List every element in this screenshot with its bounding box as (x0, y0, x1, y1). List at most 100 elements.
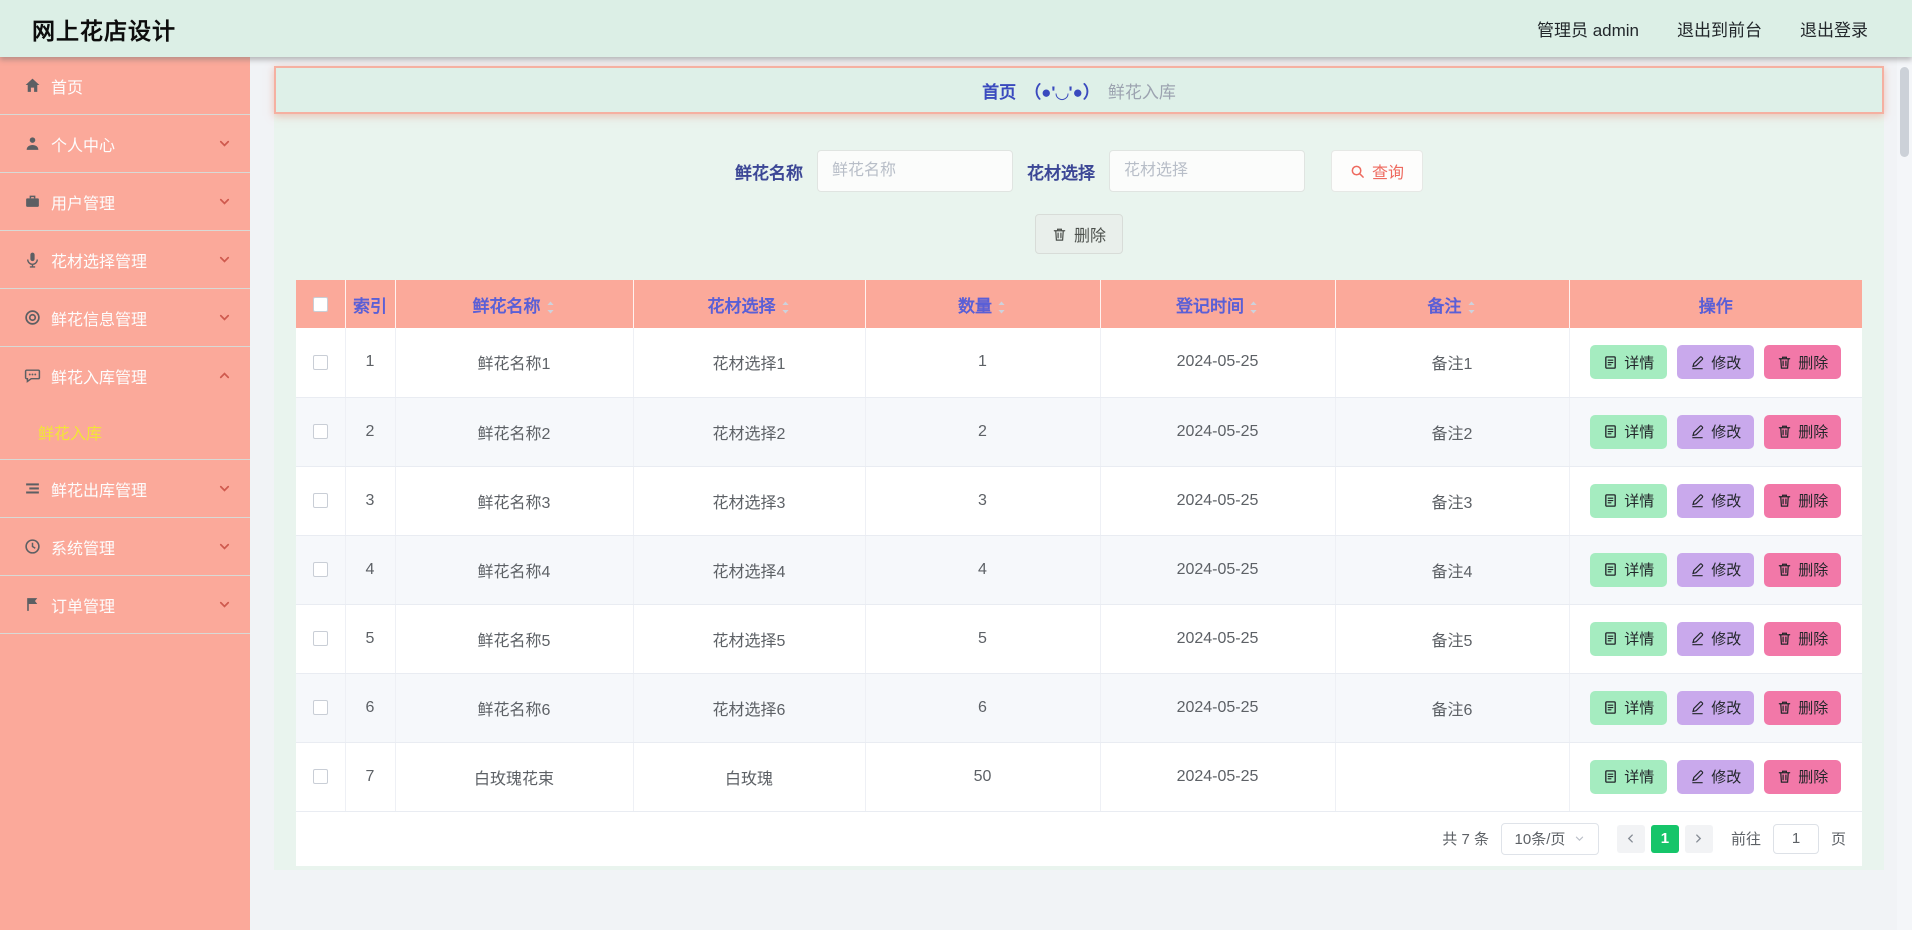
trash-icon (1778, 356, 1791, 369)
pen-icon (1692, 770, 1704, 784)
goto-label: 前往 (1730, 831, 1761, 848)
row-checkbox[interactable] (312, 630, 328, 646)
sidebar-item-label: 首页 (51, 79, 84, 97)
table-row: 6 鲜花名称6 花材选择6 6 2024-05-25 备注6 详情 修改 删除 (296, 673, 1862, 743)
cell-qty: 3 (865, 466, 1101, 536)
column-header-material[interactable]: 花材选择 (633, 280, 866, 328)
trash-icon (1778, 770, 1791, 783)
cell-index: 2 (345, 397, 396, 467)
goto-page-input[interactable] (1772, 823, 1819, 854)
app-title: 网上花店设计 (32, 17, 176, 44)
detail-button[interactable]: 详情 (1590, 552, 1668, 587)
breadcrumb-home-link[interactable]: 首页 (982, 78, 1016, 103)
delete-button[interactable]: 删除 (1764, 621, 1842, 656)
chevron-down-icon (219, 601, 230, 608)
page-size-select[interactable]: 10条/页 (1500, 822, 1599, 855)
column-header-qty[interactable]: 数量 (865, 280, 1101, 328)
delete-button[interactable]: 删除 (1764, 552, 1842, 587)
cell-index: 6 (345, 673, 396, 743)
cell-material: 花材选择2 (633, 397, 866, 467)
cell-date: 2024-05-25 (1100, 466, 1336, 536)
column-header-name[interactable]: 鲜花名称 (395, 280, 634, 328)
edit-button[interactable]: 修改 (1677, 345, 1755, 380)
cell-index: 1 (345, 328, 396, 398)
flower-name-input[interactable] (816, 150, 1013, 192)
flag-icon (27, 598, 38, 611)
detail-button[interactable]: 详情 (1590, 483, 1668, 518)
pager: 1 (1616, 824, 1713, 853)
delete-button[interactable]: 删除 (1764, 690, 1842, 725)
sidebar-subitem[interactable]: 鲜花入库 (0, 404, 250, 459)
edit-button[interactable]: 修改 (1677, 414, 1755, 449)
detail-button[interactable]: 详情 (1590, 414, 1668, 449)
row-checkbox[interactable] (312, 492, 328, 508)
scrollbar-thumb[interactable] (1900, 67, 1909, 157)
cell-date: 2024-05-25 (1100, 397, 1336, 467)
delete-button[interactable]: 删除 (1764, 483, 1842, 518)
breadcrumb: 首页 （●'◡'●） 鲜花入库 (274, 66, 1884, 114)
column-header-note[interactable]: 备注 (1335, 280, 1570, 328)
cell-date: 2024-05-25 (1100, 604, 1336, 674)
target-icon (25, 310, 40, 325)
vertical-scrollbar[interactable] (1897, 57, 1912, 930)
cell-name: 鲜花名称3 (395, 466, 634, 536)
delete-button[interactable]: 删除 (1764, 759, 1842, 794)
delete-button[interactable]: 删除 (1764, 414, 1842, 449)
select-all-checkbox[interactable] (312, 297, 328, 313)
material-input[interactable] (1108, 150, 1305, 192)
cell-material: 花材选择6 (633, 673, 866, 743)
trash-icon (1778, 632, 1791, 645)
header-link-2[interactable]: 退出登录 (1800, 16, 1868, 41)
next-page-button[interactable] (1684, 824, 1713, 853)
edit-button[interactable]: 修改 (1677, 759, 1755, 794)
sidebar-item[interactable]: 鲜花信息管理 (0, 289, 250, 346)
row-checkbox[interactable] (312, 699, 328, 715)
detail-button[interactable]: 详情 (1590, 690, 1668, 725)
sidebar-item[interactable]: 个人中心 (0, 115, 250, 172)
sidebar-item[interactable]: 订单管理 (0, 576, 250, 633)
delete-button-label: 删除 (1798, 562, 1829, 579)
sidebar-item[interactable]: 系统管理 (0, 518, 250, 575)
trash-icon (1778, 563, 1791, 576)
home-icon (25, 78, 40, 92)
edit-button[interactable]: 修改 (1677, 690, 1755, 725)
header-link-0[interactable]: 管理员 admin (1537, 16, 1639, 41)
document-icon (1605, 425, 1617, 438)
edit-button[interactable]: 修改 (1677, 483, 1755, 518)
row-checkbox[interactable] (312, 423, 328, 439)
cell-actions: 详情 修改 删除 (1569, 742, 1862, 812)
cell-actions: 详情 修改 删除 (1569, 397, 1862, 467)
sidebar-item[interactable]: 鲜花出库管理 (0, 460, 250, 517)
material-label: 花材选择 (1026, 163, 1095, 183)
row-checkbox[interactable] (312, 354, 328, 370)
table-row: 5 鲜花名称5 花材选择5 5 2024-05-25 备注5 详情 修改 删除 (296, 604, 1862, 674)
detail-button[interactable]: 详情 (1590, 759, 1668, 794)
edit-button[interactable]: 修改 (1677, 621, 1755, 656)
cell-qty: 2 (865, 397, 1101, 467)
content-panel: 首页 （●'◡'●） 鲜花入库 鲜花名称 花材选择 查询 删除 索引鲜花名称花材… (274, 66, 1884, 870)
cell-index: 4 (345, 535, 396, 605)
query-button[interactable]: 查询 (1330, 150, 1423, 192)
row-checkbox[interactable] (312, 768, 328, 784)
edit-button[interactable]: 修改 (1677, 552, 1755, 587)
row-checkbox[interactable] (312, 561, 328, 577)
cell-note: 备注3 (1335, 466, 1570, 536)
sidebar-item[interactable]: 首页 (0, 57, 250, 114)
column-header-date[interactable]: 登记时间 (1100, 280, 1336, 328)
detail-button[interactable]: 详情 (1590, 621, 1668, 656)
sidebar-item[interactable]: 用户管理 (0, 173, 250, 230)
delete-button[interactable]: 删除 (1764, 345, 1842, 380)
detail-button[interactable]: 详情 (1590, 345, 1668, 380)
prev-page-button[interactable] (1616, 824, 1645, 853)
sidebar-item[interactable]: 鲜花入库管理 (0, 347, 250, 404)
sidebar-item[interactable]: 花材选择管理 (0, 231, 250, 288)
cell-qty: 5 (865, 604, 1101, 674)
bulk-delete-button[interactable]: 删除 (1034, 214, 1123, 254)
cell-date: 2024-05-25 (1100, 742, 1336, 812)
user-icon (26, 137, 39, 150)
header-link-1[interactable]: 退出到前台 (1677, 16, 1762, 41)
search-icon (1351, 165, 1364, 178)
current-page[interactable]: 1 (1650, 824, 1679, 853)
cell-name: 白玫瑰花束 (395, 742, 634, 812)
edit-button-label: 修改 (1711, 424, 1742, 441)
